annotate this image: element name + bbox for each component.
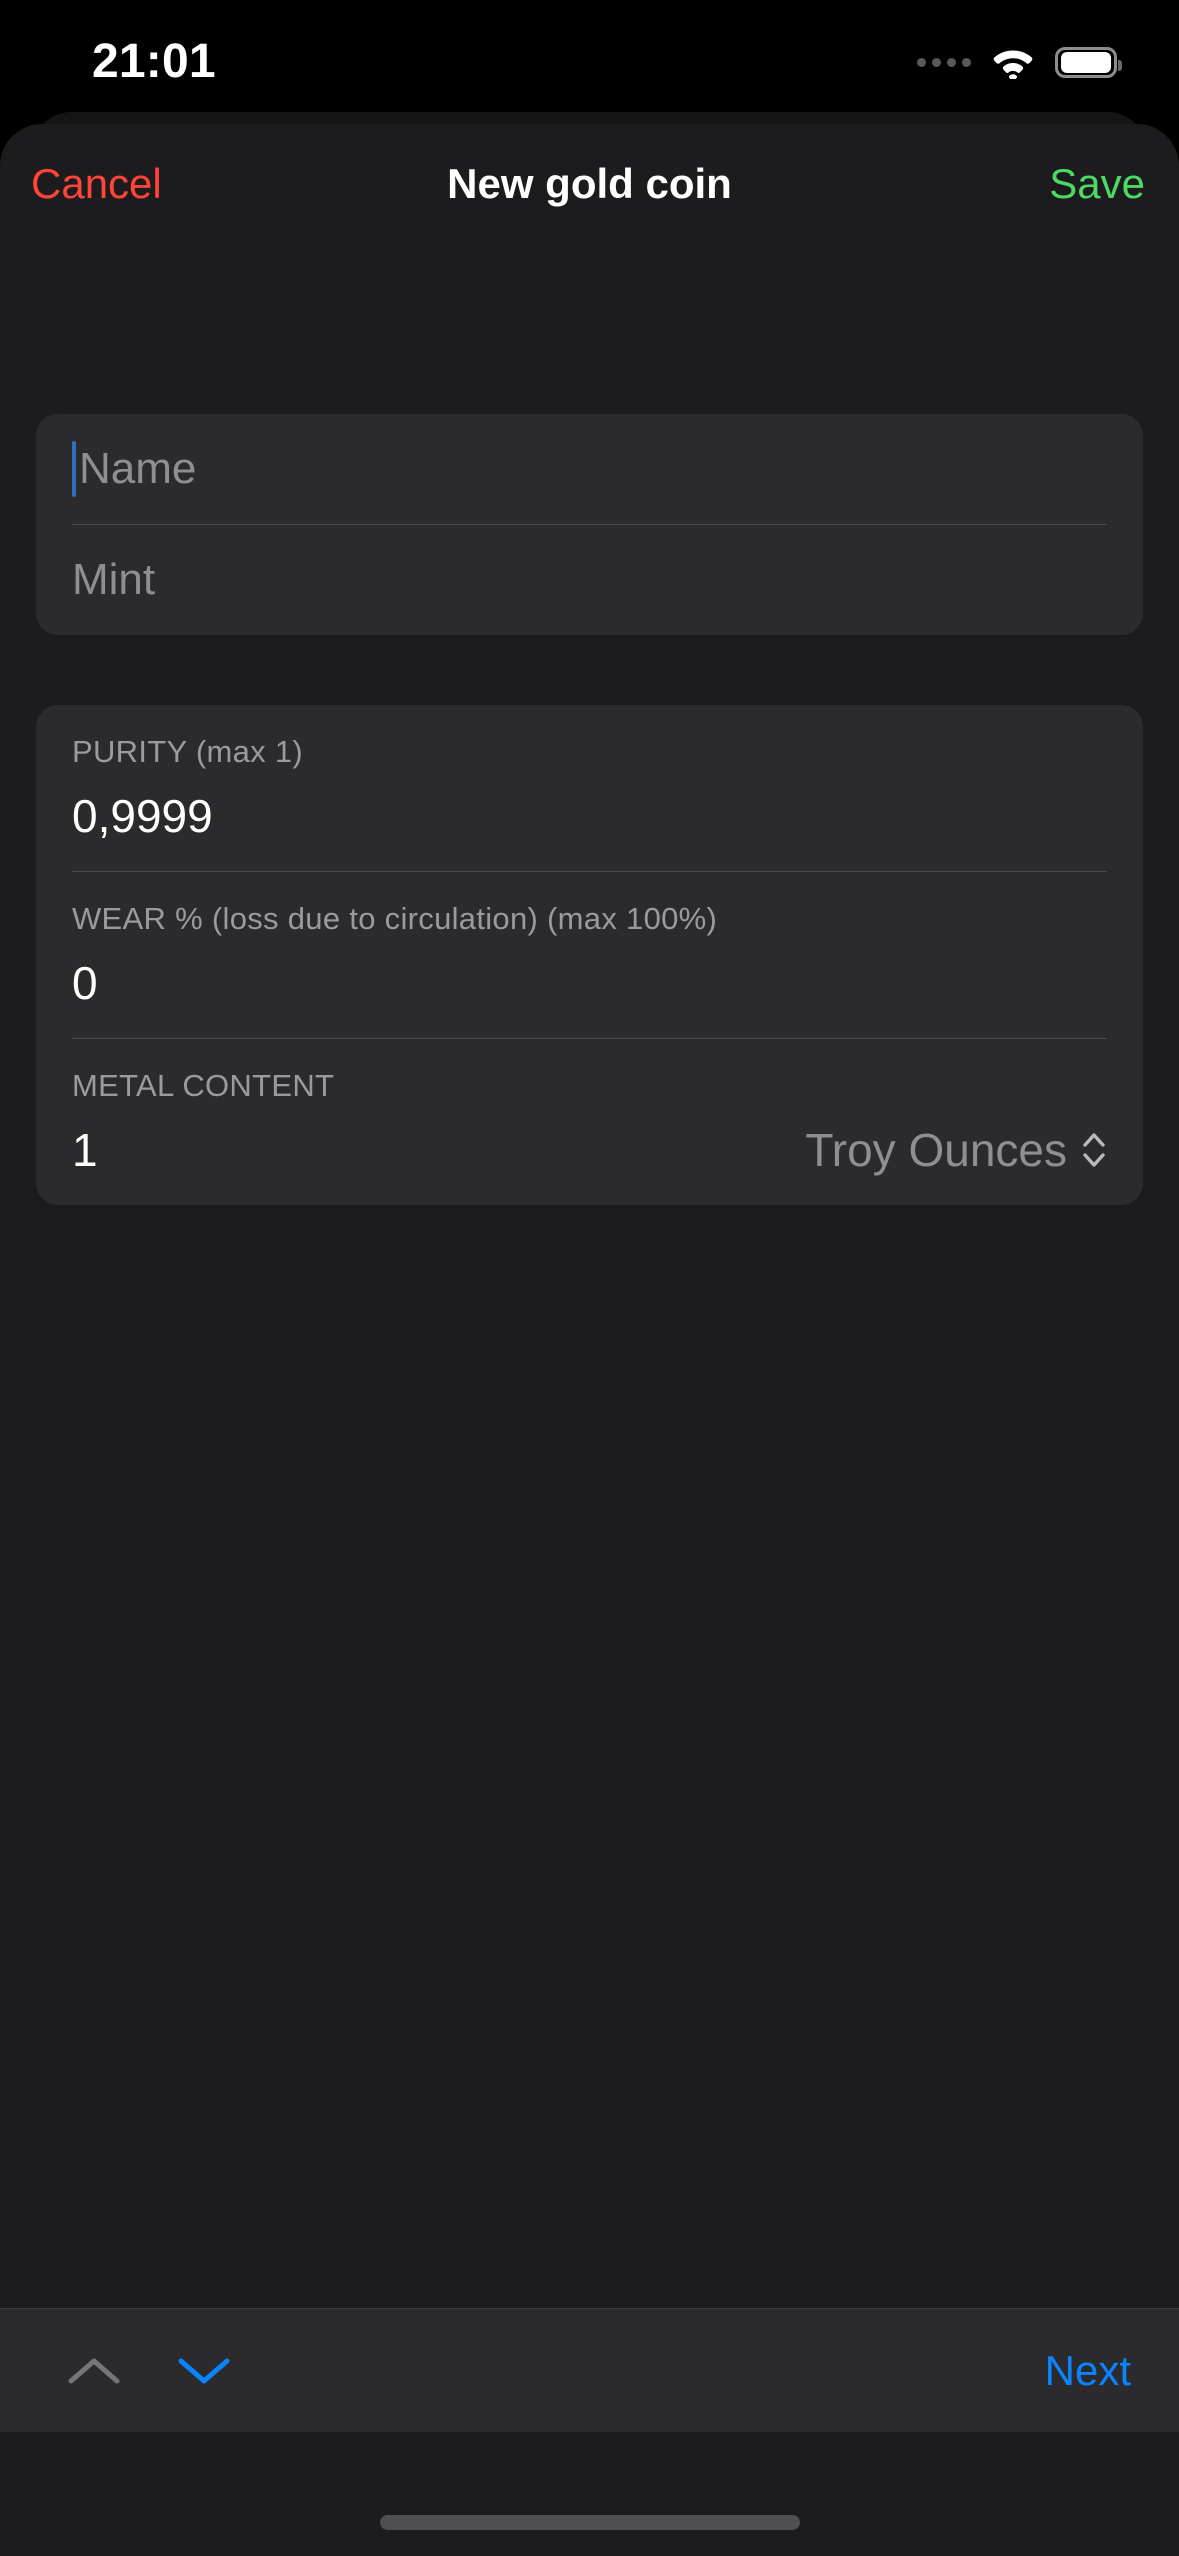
purity-group[interactable]: PURITY (max 1) 0,9999: [72, 705, 1107, 871]
mint-field-row[interactable]: Mint: [72, 525, 1107, 635]
bottom-safe-area: [0, 2432, 1179, 2556]
keyboard-accessory-toolbar: Next: [0, 2308, 1179, 2432]
name-field-row[interactable]: Name: [72, 414, 1107, 524]
iphone-screen: 21:01 Cancel New gold coin Save Name Min…: [0, 0, 1179, 2556]
save-button[interactable]: Save: [1049, 156, 1145, 212]
next-button[interactable]: Next: [1045, 2343, 1131, 2399]
home-indicator[interactable]: [379, 2515, 800, 2530]
battery-full-icon: [1055, 46, 1122, 78]
status-bar: 21:01: [0, 0, 1179, 132]
navigation-bar: Cancel New gold coin Save: [0, 124, 1179, 244]
form-scroll-area: Name Mint PURITY (max 1) 0,9999 WEAR % (…: [0, 244, 1179, 2556]
new-gold-coin-sheet: Cancel New gold coin Save Name Mint PURI…: [0, 124, 1179, 2556]
chevron-up-icon[interactable]: [46, 2323, 142, 2419]
purity-value[interactable]: 0,9999: [72, 785, 1107, 847]
wear-label: WEAR % (loss due to circulation) (max 10…: [72, 901, 718, 936]
wifi-icon: [991, 46, 1035, 79]
page-title: New gold coin: [447, 160, 732, 207]
name-input-placeholder: Name: [79, 444, 197, 493]
identity-card: Name Mint: [36, 414, 1143, 635]
metal-content-group[interactable]: METAL CONTENT 1 Troy Ounces: [72, 1039, 1107, 1205]
status-bar-time: 21:01: [92, 35, 216, 88]
status-bar-indicators: [917, 38, 1122, 86]
chevron-down-icon[interactable]: [156, 2323, 252, 2419]
unit-picker[interactable]: Troy Ounces: [805, 1120, 1107, 1180]
metal-content-label: METAL CONTENT: [72, 1068, 335, 1103]
text-cursor: [72, 441, 76, 497]
purity-label: PURITY (max 1): [72, 734, 303, 769]
mint-input-placeholder: Mint: [72, 555, 156, 604]
unit-picker-value: Troy Ounces: [805, 1124, 1067, 1176]
wear-group[interactable]: WEAR % (loss due to circulation) (max 10…: [72, 872, 1107, 1038]
metrics-card: PURITY (max 1) 0,9999 WEAR % (loss due t…: [36, 705, 1143, 1205]
chevron-up-down-icon: [1081, 1129, 1107, 1171]
wear-value[interactable]: 0: [72, 952, 1107, 1014]
metal-content-row: 1 Troy Ounces: [72, 1119, 1107, 1181]
cellular-dots-icon: [917, 57, 971, 67]
metal-content-value[interactable]: 1: [72, 1119, 98, 1181]
